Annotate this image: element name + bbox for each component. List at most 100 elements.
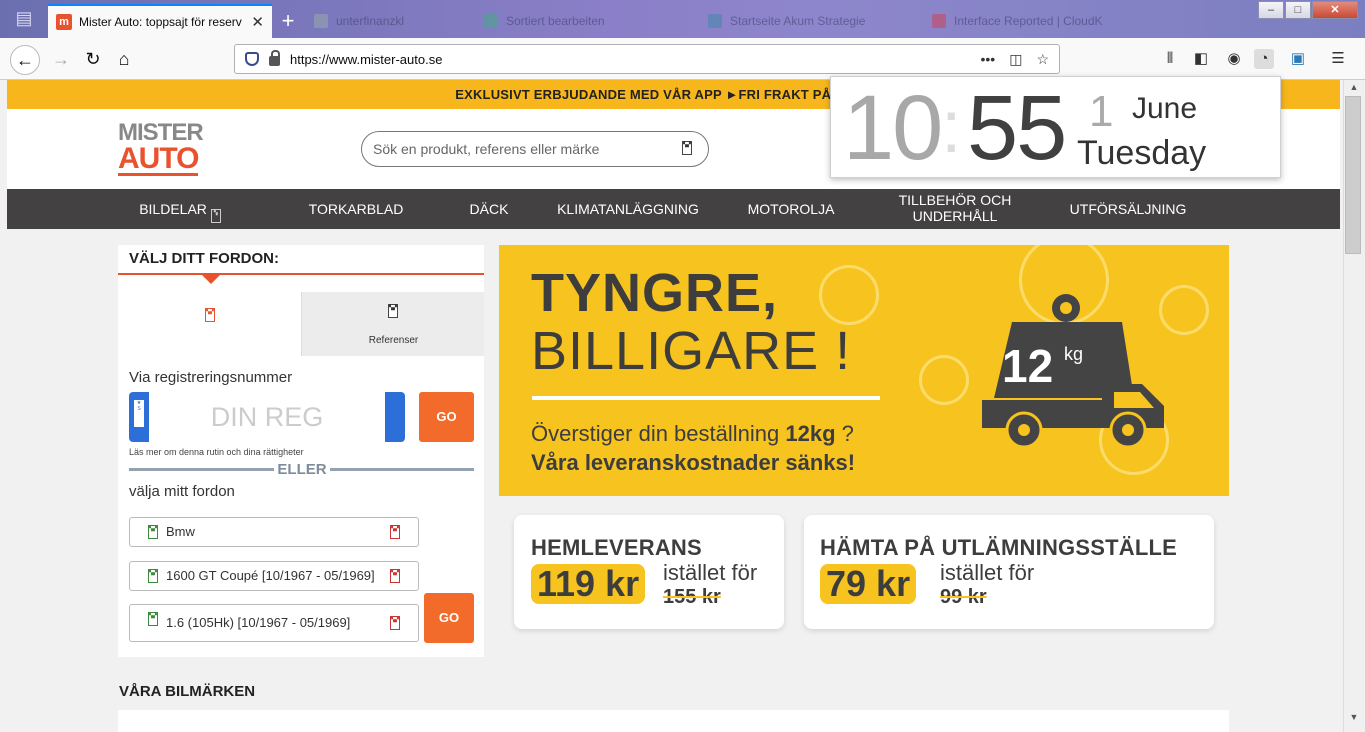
tab-title: Mister Auto: toppsajt för reserv: [79, 15, 242, 29]
library-icon[interactable]: ⫴: [1160, 49, 1180, 69]
clear-icon[interactable]: ▚▞: [390, 525, 400, 539]
window-controls: ‒ □ ✕: [1258, 1, 1362, 21]
plate-placeholder[interactable]: DIN REG: [149, 392, 385, 442]
close-tab-icon[interactable]: ✕: [251, 13, 264, 31]
home-button[interactable]: ⌂: [109, 45, 139, 75]
nav-item-motorolja[interactable]: MOTOROLJA: [735, 189, 847, 229]
check-icon: ▚▞: [148, 612, 158, 626]
go-button-vehicle[interactable]: GO: [424, 593, 474, 643]
banner-title-1: TYNGRE,: [531, 263, 779, 323]
extension-s-icon[interactable]: ▣: [1288, 49, 1308, 69]
pocket-icon[interactable]: ◫: [1009, 51, 1022, 68]
close-window-button[interactable]: ✕: [1312, 1, 1358, 19]
price-pill: 79 kr: [820, 564, 917, 604]
part-decoration: [919, 355, 969, 405]
select-value: Bmw: [166, 524, 195, 539]
select-brand[interactable]: ▚▞ Bmw ▚▞: [129, 517, 419, 547]
tab-title: unterfinanzkl: [336, 14, 405, 28]
tab-favicon-icon: [932, 14, 946, 28]
url-text[interactable]: https://www.mister-auto.se: [290, 52, 442, 67]
menu-grid-icon: ▚: [210, 209, 221, 223]
clear-icon[interactable]: ▚▞: [390, 569, 400, 583]
tab-active[interactable]: m Mister Auto: toppsajt för reserv ✕: [48, 4, 272, 38]
divider: [129, 468, 274, 471]
account-icon[interactable]: ◉: [1224, 49, 1244, 69]
tab-title: Interface Reported | CloudK: [954, 14, 1103, 28]
reload-button[interactable]: ↻: [78, 45, 108, 75]
banner-line-1-text: Överstiger din beställning: [531, 421, 786, 446]
search-input[interactable]: Sök en produkt, referens eller märke ▚▞: [361, 131, 709, 167]
tab-background-1[interactable]: unterfinanzkl: [304, 4, 474, 38]
tab-background-4[interactable]: Interface Reported | CloudK: [922, 4, 1146, 38]
menu-hamburger-icon[interactable]: ☰: [1328, 49, 1348, 69]
clock-month: June: [1132, 92, 1198, 125]
nav-item-klimat[interactable]: KLIMATANLÄGGNING: [548, 189, 708, 229]
nav-item-torkarblad[interactable]: TORKARBLAD: [290, 189, 422, 229]
page-actions-icon[interactable]: •••: [980, 51, 995, 68]
instead-label: istället för: [940, 560, 1035, 585]
lock-icon[interactable]: [269, 50, 280, 66]
select-value: 1.6 (105Hk) [10/1967 - 05/1969]: [166, 615, 351, 630]
brands-title: VÅRA BILMÄRKEN: [119, 683, 256, 700]
divider: [330, 468, 474, 471]
back-button[interactable]: ←: [10, 45, 40, 75]
site-logo[interactable]: MISTER AUTO: [118, 121, 208, 177]
nav-item-utforsaljning[interactable]: UTFÖRSÄLJNING: [1060, 189, 1196, 229]
tab-references[interactable]: ▚▞ Referenser: [301, 292, 484, 356]
weight-unit: kg: [1064, 344, 1083, 364]
url-bar[interactable]: https://www.mister-auto.se ••• ◫ ☆: [234, 44, 1060, 74]
select-engine[interactable]: ▚▞ 1.6 (105Hk) [10/1967 - 05/1969] ▚▞: [129, 604, 419, 642]
site-favicon-icon: m: [56, 14, 72, 30]
banner-rule: [532, 396, 880, 400]
clock-popup: 10 : 55 1 June Tuesday: [830, 76, 1281, 178]
barcode-icon: ▚▞: [388, 304, 398, 318]
sidebar-icon[interactable]: ◧: [1191, 49, 1211, 69]
search-placeholder: Sök en produkt, referens eller märke: [373, 141, 600, 157]
caret-down-icon: [202, 275, 220, 284]
brands-strip: [118, 710, 1229, 732]
scroll-down-icon[interactable]: ▼: [1348, 712, 1360, 724]
forward-button[interactable]: →: [46, 45, 76, 75]
card-title: HÄMTA PÅ UTLÄMNINGSSTÄLLE: [820, 535, 1177, 560]
tab-favicon-icon: [484, 14, 498, 28]
select-model[interactable]: ▚▞ 1600 GT Coupé [10/1967 - 05/1969] ▚▞: [129, 561, 419, 591]
maximize-button[interactable]: □: [1285, 1, 1311, 19]
tracking-shield-icon[interactable]: [245, 52, 259, 66]
banner-line-1: Överstiger din beställning 12kg ?: [531, 421, 854, 447]
old-price: 155 kr: [663, 586, 721, 608]
title-underline: [118, 273, 484, 275]
bookmark-star-icon[interactable]: ☆: [1036, 51, 1049, 68]
license-plate-input[interactable]: ★ S DIN REG: [129, 392, 405, 442]
nav-item-tillbehor[interactable]: TILLBEHÖR OCH UNDERHÅLL: [890, 189, 1020, 229]
nav-item-bildelar[interactable]: BILDELAR ▚: [120, 189, 240, 229]
weight-truck-icon: 12 kg: [982, 294, 1164, 449]
nav-item-dack[interactable]: DÄCK: [458, 189, 520, 229]
nav-label: BILDELAR: [139, 201, 207, 217]
plate-icon: ▚▞: [205, 308, 215, 322]
choose-vehicle-label: välja mitt fordon: [129, 483, 235, 500]
new-tab-button[interactable]: +: [276, 8, 300, 34]
check-icon: ▚▞: [148, 569, 158, 583]
gear-decoration: [819, 265, 879, 325]
tab-background-3[interactable]: Startseite Akum Strategie: [698, 4, 922, 38]
tab-title: Startseite Akum Strategie: [730, 14, 866, 28]
go-button-reg[interactable]: GO: [419, 392, 474, 442]
tab-background-2[interactable]: Sortiert bearbeiten: [474, 4, 698, 38]
clock-weekday: Tuesday: [1077, 134, 1207, 172]
scroll-up-icon[interactable]: ▲: [1348, 82, 1360, 94]
logo-bottom-text: AUTO: [118, 142, 199, 176]
clock-extension-icon[interactable]: ◔: [1254, 49, 1274, 69]
clock-minute: 55: [967, 77, 1067, 179]
tab-list-icon[interactable]: ▤: [8, 8, 40, 30]
privacy-link[interactable]: Läs mer om denna rutin och dina rättighe…: [129, 447, 304, 457]
select-value: 1600 GT Coupé [10/1967 - 05/1969]: [166, 568, 375, 583]
minimize-button[interactable]: ‒: [1258, 1, 1284, 19]
barcode-icon[interactable]: ▚▞: [682, 141, 692, 155]
clear-icon[interactable]: ▚▞: [390, 616, 400, 630]
card-title: HEMLEVERANS: [531, 535, 702, 560]
old-price: 99 kr: [940, 586, 987, 608]
weight-value: 12: [1002, 340, 1053, 392]
tab-registration[interactable]: ▚▞: [118, 292, 301, 356]
price-pill: 119 kr: [531, 564, 646, 604]
scrollbar-thumb[interactable]: [1345, 96, 1361, 254]
